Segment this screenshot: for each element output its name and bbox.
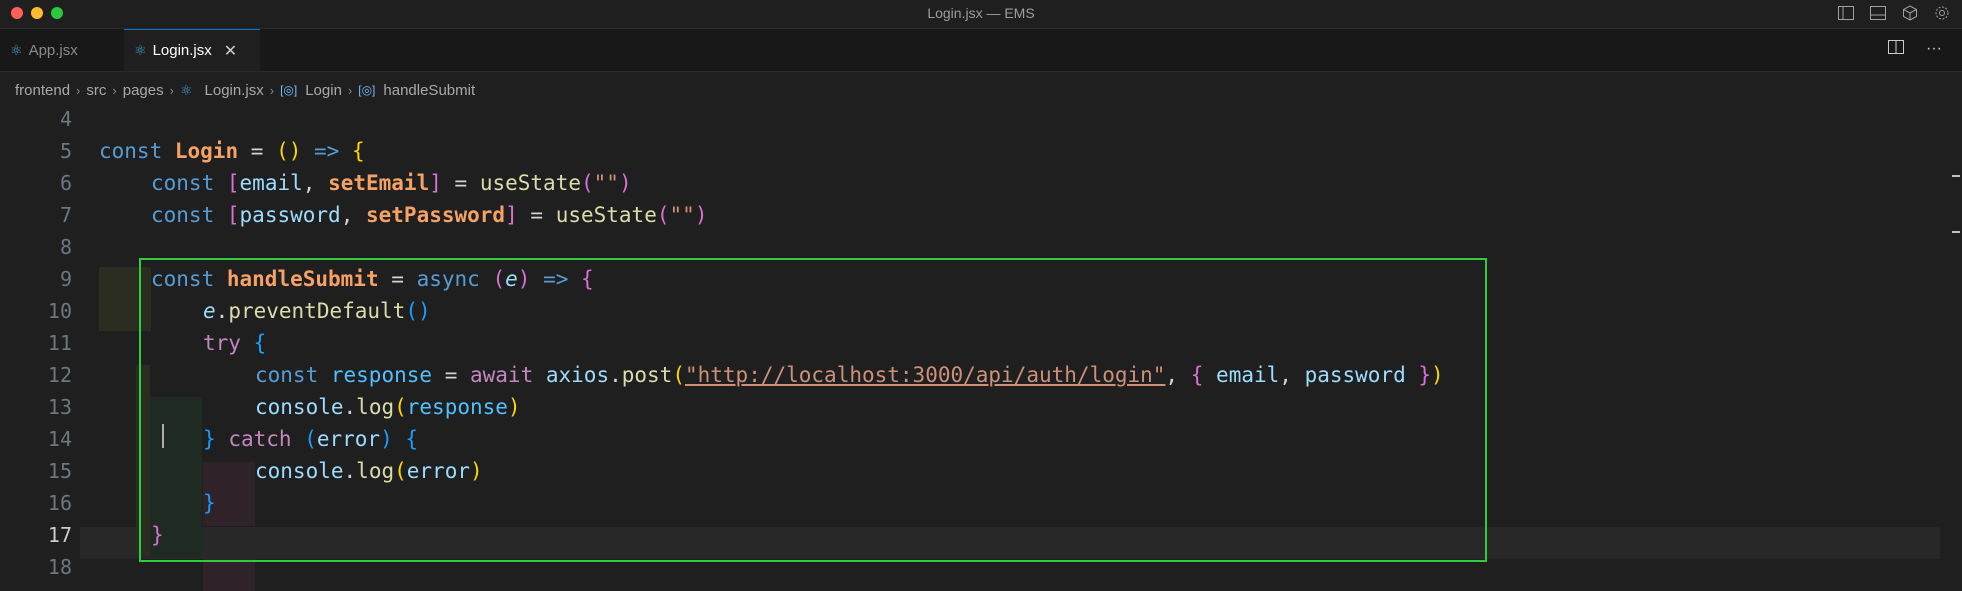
line-number-active: 17 bbox=[47, 523, 72, 547]
line-number: 6 bbox=[59, 171, 72, 195]
tab-actions: ··· bbox=[1888, 40, 1942, 59]
breadcrumb-item[interactable]: src bbox=[86, 82, 106, 99]
line-number: 9 bbox=[59, 267, 72, 291]
breadcrumb-item[interactable]: Login bbox=[305, 82, 342, 99]
breadcrumb: frontend › src › pages › ⚛ Login.jsx › [… bbox=[15, 80, 475, 100]
line-number: 7 bbox=[59, 203, 72, 227]
tab-app-jsx[interactable]: ⚛ App.jsx bbox=[0, 29, 124, 71]
breadcrumb-item[interactable]: frontend bbox=[15, 82, 70, 99]
line-number: 14 bbox=[47, 427, 72, 451]
line-number: 15 bbox=[47, 459, 72, 483]
tab-login-jsx[interactable]: ⚛ Login.jsx ✕ bbox=[124, 29, 260, 71]
split-editor-icon[interactable] bbox=[1888, 40, 1905, 59]
scroll-marker bbox=[1952, 231, 1960, 233]
line-number: 5 bbox=[59, 139, 72, 163]
highlight-box bbox=[139, 258, 1487, 562]
code-line-6: const [email, setEmail] = useState("") bbox=[151, 171, 632, 195]
breadcrumb-item[interactable]: pages bbox=[123, 82, 164, 99]
chevron-right-icon: › bbox=[76, 82, 81, 98]
line-number: 13 bbox=[47, 395, 72, 419]
line-number: 18 bbox=[47, 555, 72, 579]
symbol-variable-icon: [◎] bbox=[358, 83, 376, 97]
react-icon: ⚛ bbox=[134, 42, 147, 58]
react-icon: ⚛ bbox=[10, 41, 23, 58]
close-icon[interactable]: ✕ bbox=[224, 41, 237, 61]
react-icon: ⚛ bbox=[179, 81, 193, 98]
line-number: 11 bbox=[47, 331, 72, 355]
editor-scrollbar[interactable] bbox=[1950, 135, 1962, 585]
breadcrumb-item[interactable]: Login.jsx bbox=[205, 82, 264, 99]
editor-tab-bar: ⚛ App.jsx ⚛ Login.jsx ✕ ··· bbox=[0, 29, 1962, 72]
scroll-marker bbox=[1952, 175, 1960, 177]
chevron-right-icon: › bbox=[269, 82, 275, 98]
window-title: Login.jsx — EMS bbox=[927, 5, 1035, 21]
breadcrumb-item[interactable]: handleSubmit bbox=[383, 82, 475, 99]
chevron-right-icon: › bbox=[169, 82, 174, 98]
extension-cube-icon[interactable] bbox=[1900, 3, 1920, 23]
toggle-sidebar-icon[interactable] bbox=[1836, 3, 1856, 23]
line-number: 4 bbox=[59, 107, 72, 131]
line-number: 8 bbox=[59, 235, 72, 259]
indent-guide bbox=[203, 559, 255, 591]
line-number: 16 bbox=[47, 491, 72, 515]
line-number: 12 bbox=[47, 363, 72, 387]
code-line-7: const [password, setPassword] = useState… bbox=[151, 203, 708, 227]
tab-label: Login.jsx bbox=[152, 42, 212, 59]
layout-controls bbox=[1836, 3, 1952, 23]
code-line-5: const Login = () => { bbox=[99, 139, 365, 163]
line-number: 10 bbox=[47, 299, 72, 323]
title-bar: Login.jsx — EMS bbox=[0, 0, 1962, 29]
tab-label: App.jsx bbox=[28, 41, 78, 59]
toggle-panel-icon[interactable] bbox=[1868, 3, 1888, 23]
gear-icon[interactable] bbox=[1932, 3, 1952, 23]
chevron-right-icon: › bbox=[112, 82, 117, 98]
more-actions-icon[interactable]: ··· bbox=[1926, 40, 1942, 59]
symbol-variable-icon: [◎] bbox=[280, 83, 298, 97]
chevron-right-icon: › bbox=[347, 82, 353, 98]
